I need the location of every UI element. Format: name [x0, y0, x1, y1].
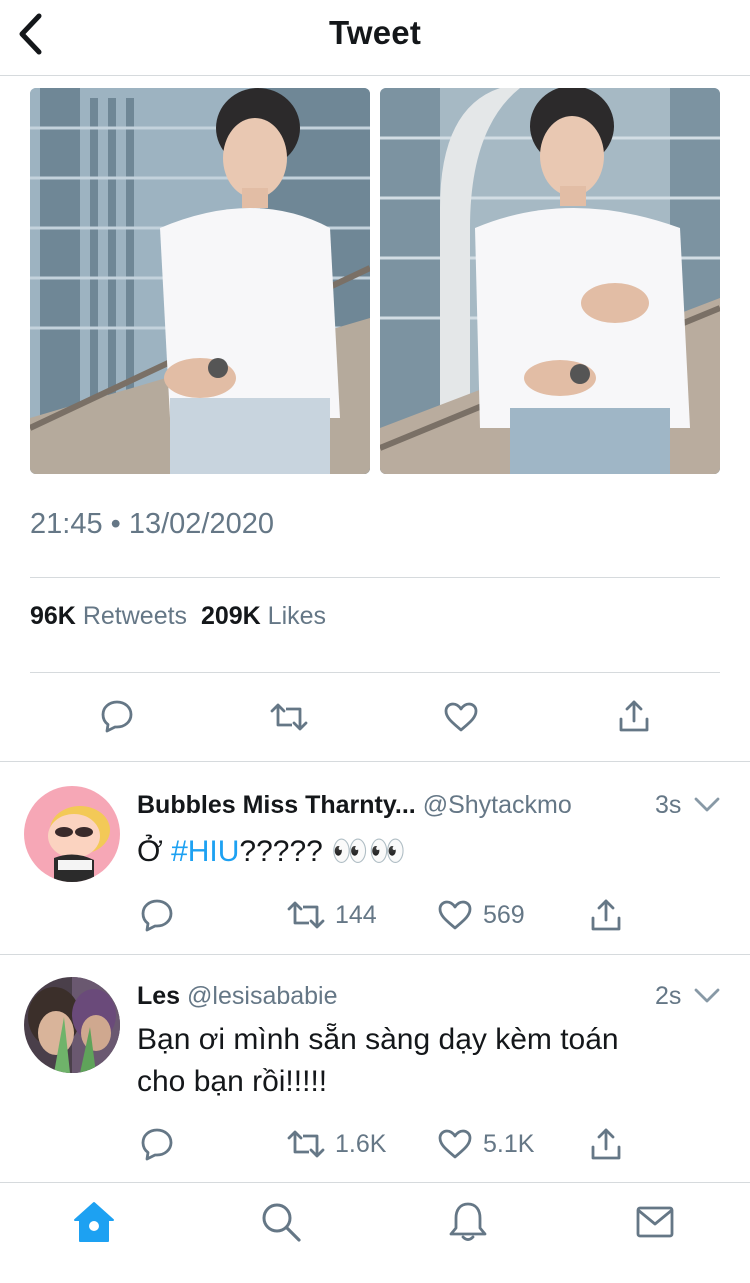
top-bar: Tweet	[0, 0, 750, 76]
retweet-icon	[270, 703, 308, 731]
retweet-icon	[287, 1130, 325, 1158]
reply-text: Bạn ơi mình sẵn sàng dạy kèm toán cho bạ…	[137, 1023, 619, 1098]
reply-button[interactable]	[140, 898, 174, 932]
tab-home[interactable]	[64, 1197, 124, 1247]
like-button[interactable]: 5.1K	[437, 1128, 534, 1160]
share-button[interactable]	[590, 1127, 622, 1161]
reply-author[interactable]: Bubbles Miss Tharnty... @Shytackmo	[137, 791, 572, 820]
chevron-down-icon	[694, 988, 720, 1003]
retweet-count: 144	[335, 900, 377, 929]
tweet-photo-1[interactable]	[30, 88, 370, 474]
tweet-photo-2[interactable]	[380, 88, 720, 474]
divider	[30, 672, 720, 673]
reply-icon	[141, 1128, 173, 1161]
avatar[interactable]	[24, 786, 120, 882]
search-icon	[262, 1203, 301, 1242]
reply-author-handle: @Shytackmo	[422, 791, 572, 819]
tweet-stats: 96K Retweets 209K Likes	[30, 602, 326, 631]
reply-button[interactable]	[100, 699, 134, 733]
divider	[30, 577, 720, 578]
share-icon	[591, 1128, 621, 1160]
reply-icon	[141, 899, 173, 932]
heart-icon	[444, 702, 478, 732]
retweets-label[interactable]: Retweets	[83, 602, 187, 630]
divider	[0, 954, 750, 955]
bottom-tab-bar	[0, 1182, 750, 1283]
like-count: 5.1K	[483, 1129, 535, 1158]
divider	[0, 761, 750, 762]
share-icon	[619, 700, 649, 732]
tweet-timestamp: 21:45 • 13/02/2020	[30, 508, 274, 540]
retweet-icon	[287, 901, 325, 929]
tab-notifications[interactable]	[438, 1197, 498, 1247]
retweet-button[interactable]: 1.6K	[287, 1128, 386, 1160]
reply-author[interactable]: Les @lesisababie	[137, 982, 338, 1011]
share-button[interactable]	[590, 898, 622, 932]
like-button[interactable]: 569	[437, 899, 525, 931]
messages-icon	[636, 1206, 674, 1238]
reply-text: Ở #HIU????? 👀👀	[137, 831, 697, 873]
reply-text-suffix: ????? 👀👀	[239, 835, 406, 868]
reply-menu-button[interactable]	[694, 797, 720, 818]
home-icon	[74, 1202, 114, 1242]
tab-search[interactable]	[251, 1197, 311, 1247]
reply-menu-button[interactable]	[694, 988, 720, 1009]
reply-button[interactable]	[140, 1127, 174, 1161]
chevron-down-icon	[694, 797, 720, 812]
likes-label[interactable]: Likes	[268, 602, 326, 630]
reply-author-name: Bubbles Miss Tharnty...	[137, 791, 416, 819]
like-button[interactable]	[443, 701, 479, 733]
retweets-count[interactable]: 96K	[30, 602, 76, 630]
likes-count[interactable]: 209K	[201, 602, 261, 630]
notifications-icon	[449, 1202, 487, 1241]
tab-messages[interactable]	[625, 1197, 685, 1247]
like-count: 569	[483, 900, 525, 929]
hashtag-link[interactable]: #HIU	[171, 835, 239, 868]
avatar[interactable]	[24, 977, 120, 1073]
share-button[interactable]	[618, 699, 650, 733]
retweet-count: 1.6K	[335, 1129, 387, 1158]
heart-icon	[438, 1129, 472, 1159]
reply-time: 2s	[655, 982, 682, 1010]
page-title: Tweet	[328, 14, 422, 51]
reply-icon	[101, 700, 133, 733]
share-icon	[591, 899, 621, 931]
retweet-button[interactable]: 144	[287, 899, 377, 931]
retweet-button[interactable]	[270, 701, 308, 733]
reply-author-handle: @lesisababie	[187, 982, 338, 1010]
reply-text-prefix: Ở	[137, 835, 172, 868]
reply-author-name: Les	[137, 982, 181, 1010]
heart-icon	[438, 900, 472, 930]
reply-time: 3s	[655, 791, 682, 819]
